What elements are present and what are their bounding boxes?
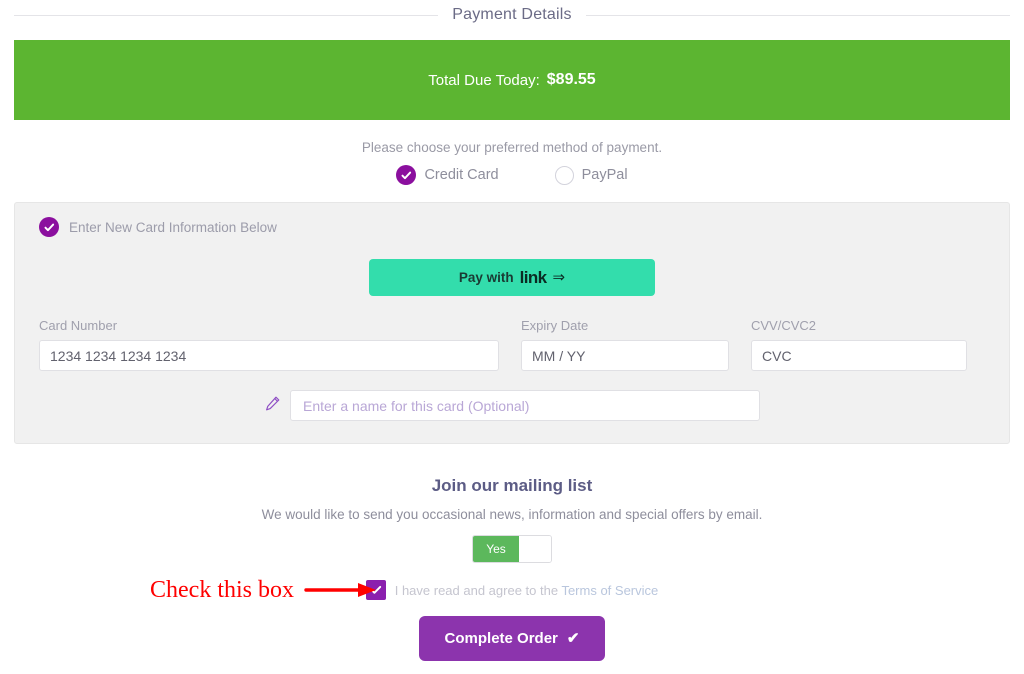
mailing-list-section: Join our mailing list We would like to s… (0, 476, 1024, 563)
radio-checked-icon[interactable] (39, 217, 59, 237)
payment-option-label-paypal: PayPal (581, 167, 628, 183)
total-due-amount: $89.55 (546, 71, 596, 88)
terms-text: I have read and agree to the Terms of Se… (395, 583, 659, 598)
terms-row: Check this box I have read and agree to … (0, 578, 1024, 602)
card-number-field-group: Card Number (39, 318, 499, 371)
mailing-list-toggle-on-label: Yes (473, 536, 519, 562)
link-brand-logo: link (519, 267, 547, 287)
payment-option-paypal[interactable]: PayPal (554, 165, 628, 185)
arrow-right-icon: ⇒ (552, 269, 566, 286)
annotation-arrow-icon (304, 583, 376, 597)
card-nickname-row (39, 390, 985, 421)
cvc-label: CVV/CVC2 (751, 318, 817, 333)
radio-unchecked-icon[interactable] (554, 165, 574, 185)
mailing-list-toggle[interactable]: Yes (472, 535, 552, 563)
complete-order-label: Complete Order (444, 630, 558, 647)
pay-with-link-button[interactable]: Pay with link ⇒ (369, 259, 655, 296)
total-due-banner: Total Due Today: $89.55 (14, 40, 1010, 120)
radio-checked-icon[interactable] (396, 165, 417, 185)
page-title: Payment Details (452, 6, 572, 23)
new-card-panel-header[interactable]: Enter New Card Information Below (39, 217, 985, 237)
expiry-date-field-group: Expiry Date (521, 318, 729, 371)
link-pay-row: Pay with link ⇒ (39, 259, 985, 296)
new-card-panel-label: Enter New Card Information Below (69, 219, 277, 235)
payment-method-section: Please choose your preferred method of p… (0, 140, 1024, 185)
terms-text-prefix: I have read and agree to the (394, 582, 562, 598)
annotation-label: Check this box (150, 577, 294, 603)
payment-option-label-credit-card: Credit Card (424, 167, 499, 183)
check-icon: ✔ (566, 630, 580, 647)
new-card-panel: Enter New Card Information Below Pay wit… (14, 202, 1010, 444)
mailing-list-subtitle: We would like to send you occasional new… (261, 507, 763, 522)
complete-order-button[interactable]: Complete Order ✔ (419, 616, 605, 661)
cvc-input[interactable] (751, 340, 967, 371)
card-number-input[interactable] (39, 340, 499, 371)
payment-option-credit-card[interactable]: Credit Card (396, 165, 499, 185)
legend-rule-right (585, 14, 1010, 16)
mailing-list-toggle-knob (519, 536, 551, 562)
mailing-list-toggle-wrap: Yes (0, 535, 1024, 563)
complete-order-row: Complete Order ✔ (0, 616, 1024, 661)
card-fields-row: Card Number Expiry Date CVV/CVC2 (39, 318, 985, 371)
payment-method-prompt: Please choose your preferred method of p… (361, 140, 663, 155)
legend-rule-left (14, 14, 439, 16)
pay-with-link-prefix: Pay with (458, 270, 514, 285)
payment-details-legend: Payment Details (0, 0, 1024, 30)
payment-method-options: Credit Card PayPal (0, 165, 1024, 185)
expiry-date-label: Expiry Date (521, 318, 589, 333)
pencil-icon (264, 395, 281, 417)
cvc-field-group: CVV/CVC2 (751, 318, 967, 371)
total-due-label: Total Due Today: (428, 71, 540, 89)
terms-of-service-link[interactable]: Terms of Service (561, 583, 658, 598)
annotation-check-this-box: Check this box (150, 578, 380, 602)
mailing-list-title: Join our mailing list (431, 476, 593, 495)
card-number-label: Card Number (39, 318, 118, 333)
card-nickname-input[interactable] (290, 390, 760, 421)
expiry-date-input[interactable] (521, 340, 729, 371)
